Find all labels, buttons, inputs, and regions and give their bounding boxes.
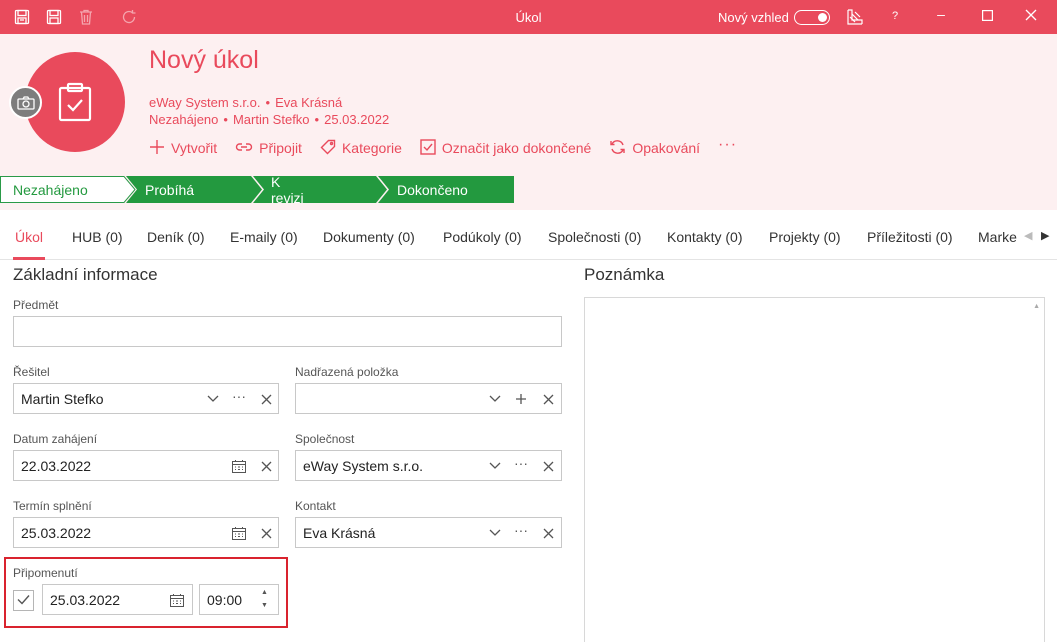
tab-projects[interactable]: Projekty (0) bbox=[769, 229, 841, 245]
clear-icon[interactable] bbox=[257, 390, 275, 408]
reminder-time-field[interactable]: 09:00 ▲ ▼ bbox=[199, 584, 279, 615]
calendar-icon[interactable] bbox=[230, 524, 248, 542]
calendar-icon[interactable] bbox=[168, 591, 186, 609]
header-meta-line-2: Nezahájeno • Martin Stefko • 25.03.2022 bbox=[149, 112, 390, 127]
active-tab-indicator bbox=[13, 257, 45, 260]
more-options-icon[interactable]: ··· bbox=[718, 136, 737, 154]
clear-icon[interactable] bbox=[539, 390, 557, 408]
tab-marketing[interactable]: Marke bbox=[978, 229, 1017, 245]
title-bar: Úkol Nový vzhled ? – bbox=[0, 0, 1057, 34]
action-bar: Vytvořit Připojit Kategorie Označit jako… bbox=[149, 136, 755, 158]
note-textarea[interactable]: ▲ bbox=[584, 297, 1045, 642]
contact-label: Kontakt bbox=[295, 499, 336, 513]
contact-field[interactable]: Eva Krásná ··· bbox=[295, 517, 562, 548]
help-button[interactable]: ? bbox=[885, 10, 905, 22]
chevron-down-icon[interactable] bbox=[486, 457, 504, 475]
more-icon[interactable]: ··· bbox=[230, 387, 248, 405]
tab-contacts[interactable]: Kontakty (0) bbox=[667, 229, 742, 245]
close-button[interactable] bbox=[1021, 8, 1041, 24]
scroll-up-icon[interactable]: ▲ bbox=[1033, 303, 1040, 310]
create-button[interactable]: Vytvořit bbox=[149, 139, 217, 158]
tab-scroll-right-icon[interactable]: ▶ bbox=[1041, 229, 1049, 242]
plus-icon bbox=[149, 139, 171, 158]
chevron-down-icon[interactable] bbox=[486, 390, 504, 408]
company-field[interactable]: eWay System s.r.o. ··· bbox=[295, 450, 562, 481]
start-date-label: Datum zahájení bbox=[13, 432, 98, 446]
tab-companies[interactable]: Společnosti (0) bbox=[548, 229, 641, 245]
due-date-field[interactable]: 25.03.2022 bbox=[13, 517, 279, 548]
tab-opportunities[interactable]: Příležitosti (0) bbox=[867, 229, 953, 245]
minimize-button[interactable]: – bbox=[931, 6, 951, 22]
subject-input[interactable] bbox=[13, 316, 562, 347]
attach-button[interactable]: Připojit bbox=[235, 140, 302, 157]
chevron-down-icon[interactable] bbox=[486, 524, 504, 542]
solver-field[interactable]: Martin Stefko ··· bbox=[13, 383, 279, 414]
clear-icon[interactable] bbox=[257, 457, 275, 475]
clipboard-check-icon bbox=[57, 82, 93, 127]
calendar-icon[interactable] bbox=[230, 457, 248, 475]
more-icon[interactable]: ··· bbox=[512, 521, 530, 539]
category-button[interactable]: Kategorie bbox=[320, 139, 402, 158]
tab-overflow-clip: Marke bbox=[978, 210, 1022, 258]
chevron-down-icon[interactable] bbox=[204, 390, 222, 408]
tab-documents[interactable]: Dokumenty (0) bbox=[323, 229, 415, 245]
header-owner[interactable]: Martin Stefko bbox=[233, 112, 310, 127]
company-label: Společnost bbox=[295, 432, 355, 446]
layout-icon[interactable] bbox=[846, 8, 864, 26]
new-look-label: Nový vzhled bbox=[718, 10, 789, 25]
clear-icon[interactable] bbox=[539, 457, 557, 475]
section-basic-info-title: Základní informace bbox=[13, 265, 158, 284]
tag-icon bbox=[320, 139, 342, 158]
link-icon bbox=[235, 140, 259, 157]
start-date-field[interactable]: 22.03.2022 bbox=[13, 450, 279, 481]
checkbox-icon bbox=[420, 138, 442, 158]
tab-subtasks[interactable]: Podúkoly (0) bbox=[443, 229, 522, 245]
mark-done-button[interactable]: Označit jako dokončené bbox=[420, 138, 591, 158]
clear-icon[interactable] bbox=[257, 524, 275, 542]
page-title: Nový úkol bbox=[149, 46, 259, 74]
reminder-date-field[interactable]: 25.03.2022 bbox=[42, 584, 193, 615]
reminder-label: Připomenutí bbox=[13, 566, 78, 580]
step-done[interactable]: Dokončeno bbox=[397, 176, 468, 203]
more-icon[interactable]: ··· bbox=[512, 454, 530, 472]
header-date: 25.03.2022 bbox=[324, 112, 390, 127]
repeat-button[interactable]: Opakování bbox=[609, 139, 700, 158]
tab-task[interactable]: Úkol bbox=[15, 229, 43, 245]
step-review[interactable]: K revizi bbox=[271, 174, 304, 206]
step-in-progress[interactable]: Probíhá bbox=[145, 176, 194, 203]
tab-emails[interactable]: E-maily (0) bbox=[230, 229, 298, 245]
plus-icon[interactable] bbox=[512, 390, 530, 408]
parent-item-label: Nadřazená položka bbox=[295, 365, 399, 379]
checkmark-icon bbox=[17, 592, 30, 610]
repeat-icon bbox=[609, 139, 632, 158]
tab-journal[interactable]: Deník (0) bbox=[147, 229, 205, 245]
note-title: Poznámka bbox=[584, 265, 665, 284]
tab-bar: Úkol HUB (0) Deník (0) E-maily (0) Dokum… bbox=[0, 210, 1057, 260]
step-not-started[interactable]: Nezahájeno bbox=[13, 176, 88, 203]
due-date-label: Termín splnění bbox=[13, 499, 92, 513]
parent-item-field[interactable] bbox=[295, 383, 562, 414]
header-status: Nezahájeno bbox=[149, 112, 219, 127]
tab-hub[interactable]: HUB (0) bbox=[72, 229, 123, 245]
new-look-toggle[interactable] bbox=[794, 10, 830, 25]
tab-scroll-left-icon[interactable]: ◀ bbox=[1024, 229, 1032, 242]
reminder-checkbox[interactable] bbox=[13, 590, 34, 611]
solver-label: Řešitel bbox=[13, 365, 50, 379]
header-contact[interactable]: Eva Krásná bbox=[275, 95, 342, 110]
subject-label: Předmět bbox=[13, 298, 59, 312]
time-down-icon[interactable]: ▼ bbox=[261, 602, 268, 609]
header-meta-line-1: eWay System s.r.o. • Eva Krásná bbox=[149, 95, 343, 110]
maximize-button[interactable] bbox=[977, 8, 997, 24]
time-up-icon[interactable]: ▲ bbox=[261, 589, 268, 596]
clear-icon[interactable] bbox=[539, 524, 557, 542]
header-company[interactable]: eWay System s.r.o. bbox=[149, 95, 261, 110]
camera-icon[interactable] bbox=[9, 86, 42, 119]
